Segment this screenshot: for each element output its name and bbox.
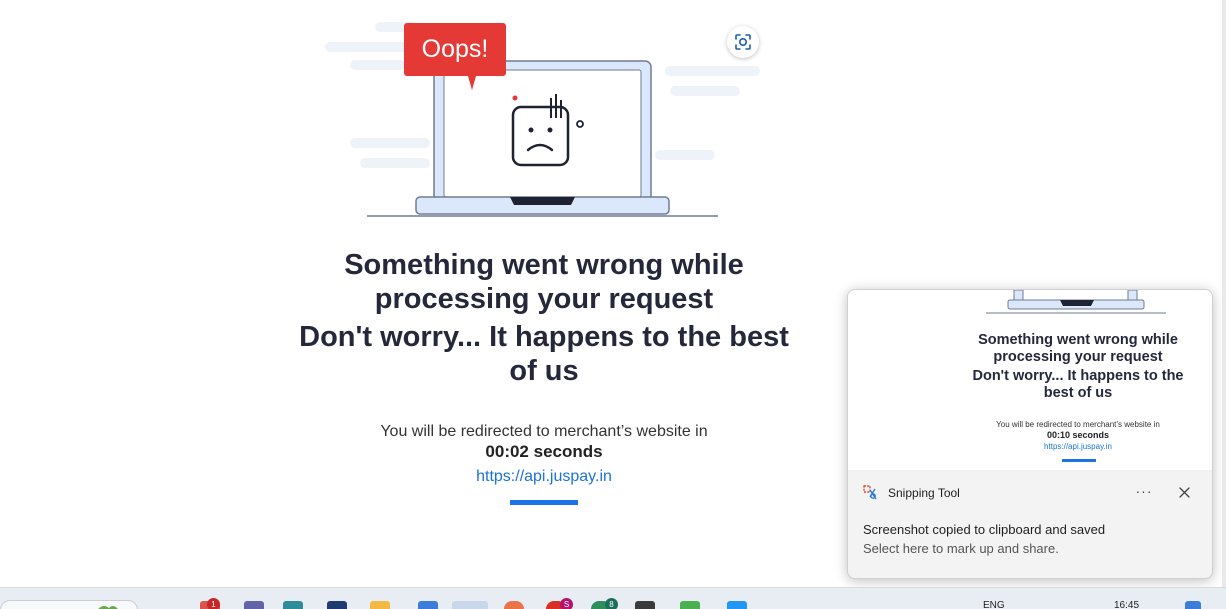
countdown-timer: 00:02 seconds bbox=[485, 442, 603, 461]
error-illustration: Oops! bbox=[325, 22, 760, 217]
taskbar-app-folder[interactable] bbox=[370, 601, 390, 609]
leaf-icon bbox=[98, 606, 118, 609]
close-icon bbox=[1178, 486, 1190, 498]
error-headline: Something went wrong while processing yo… bbox=[294, 248, 794, 388]
taskbar-app-monitor[interactable] bbox=[283, 601, 303, 609]
lens-icon bbox=[735, 34, 751, 50]
taskbar-app-terminal[interactable] bbox=[635, 601, 655, 609]
clock[interactable]: 16:45 bbox=[1114, 600, 1139, 609]
taskbar-app-browser[interactable] bbox=[452, 601, 488, 609]
s-app-badge: S bbox=[560, 598, 573, 609]
mail-notification-badge: 1 bbox=[207, 598, 220, 609]
taskbar-search-box[interactable] bbox=[0, 600, 138, 609]
toast-title: Screenshot copied to clipboard and saved bbox=[863, 522, 1106, 537]
taskbar-tray-icon[interactable] bbox=[1185, 601, 1201, 609]
toast-app-name: Snipping Tool bbox=[888, 486, 960, 500]
chat-app-badge: 8 bbox=[605, 598, 618, 609]
preview-progress-bar bbox=[1062, 459, 1096, 462]
language-indicator[interactable]: ENG bbox=[983, 600, 1005, 609]
headline-line-2: Don't worry... It happens to the best of… bbox=[299, 321, 789, 387]
page-scrollbar[interactable] bbox=[1222, 0, 1226, 587]
more-options-button[interactable]: ··· bbox=[1132, 481, 1156, 503]
snipping-tool-icon bbox=[863, 485, 877, 500]
screenshot-preview[interactable]: Something went wrong while processing yo… bbox=[848, 290, 1212, 470]
preview-headline: Something went wrong while processing yo… bbox=[958, 332, 1198, 402]
oops-text: Oops! bbox=[422, 35, 489, 63]
merchant-link[interactable]: https://api.juspay.in bbox=[294, 466, 794, 488]
taskbar-app-blue[interactable] bbox=[727, 601, 747, 609]
toast-subtitle: Select here to mark up and share. bbox=[863, 541, 1059, 556]
taskbar-app-green[interactable] bbox=[680, 601, 700, 609]
preview-headline-line-1: Something went wrong while processing yo… bbox=[978, 332, 1178, 365]
visual-search-button[interactable] bbox=[727, 26, 759, 58]
taskbar-app-store[interactable] bbox=[327, 601, 347, 609]
redirect-progress-bar bbox=[510, 500, 578, 505]
close-notification-button[interactable] bbox=[1172, 481, 1196, 503]
taskbar: 1 S 8 ENG 16:45 bbox=[0, 587, 1226, 609]
preview-link: https://api.juspay.in bbox=[1044, 442, 1112, 451]
taskbar-app-teams[interactable] bbox=[244, 601, 264, 609]
preview-countdown: 00:10 seconds bbox=[1046, 430, 1110, 440]
browser-page: Oops! Something went wrong while process… bbox=[0, 0, 1222, 587]
screen: Oops! Something went wrong while process… bbox=[0, 0, 1226, 609]
snipping-tool-notification[interactable]: Something went wrong while processing yo… bbox=[847, 289, 1213, 579]
laptop-notch bbox=[510, 197, 575, 205]
taskbar-app-paint[interactable] bbox=[504, 601, 524, 609]
preview-laptop-illustration bbox=[986, 290, 1166, 314]
headline-line-1: Something went wrong while processing yo… bbox=[344, 249, 744, 315]
taskbar-app-calendar[interactable] bbox=[418, 601, 438, 609]
preview-headline-line-2: Don't worry... It happens to the best of… bbox=[972, 368, 1184, 401]
preview-redirect-message: You will be redirected to merchant’s web… bbox=[996, 420, 1160, 429]
redirect-message: You will be redirected to merchant’s web… bbox=[380, 423, 708, 440]
